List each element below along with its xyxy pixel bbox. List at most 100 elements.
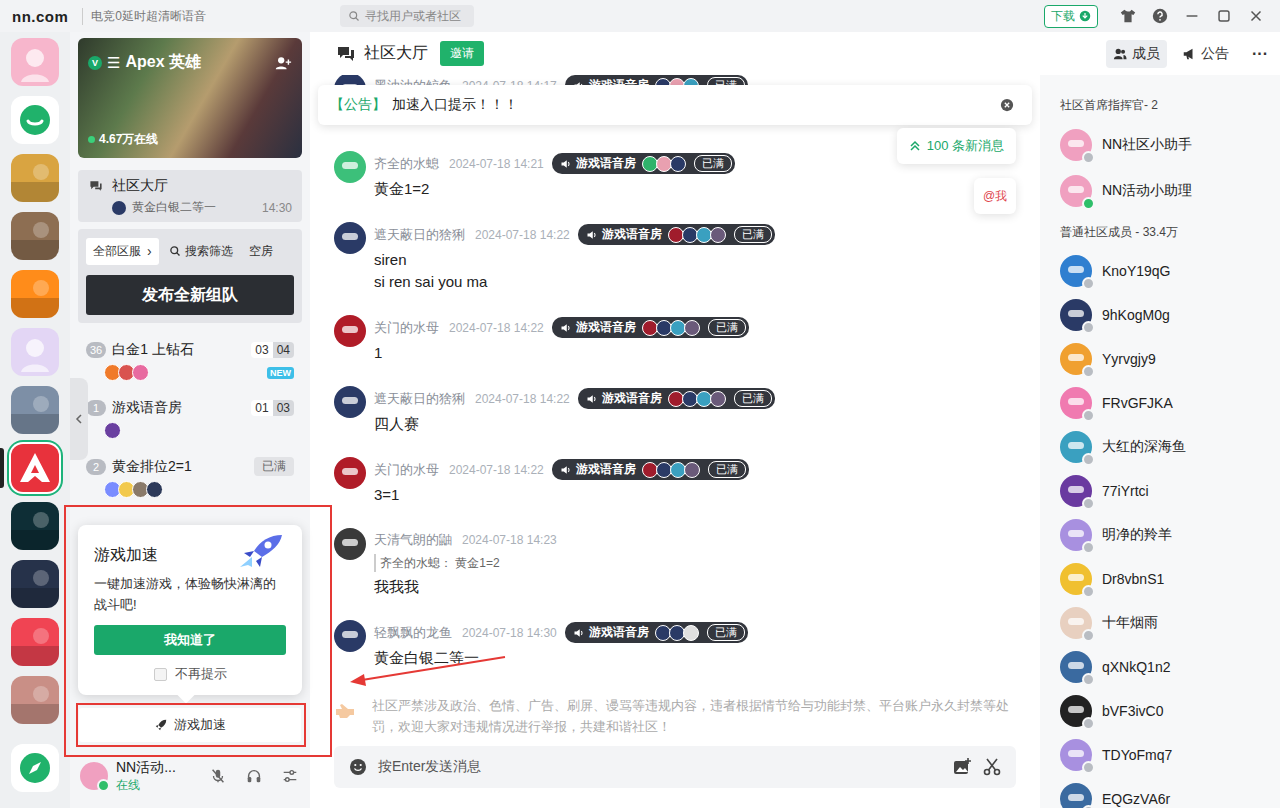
presence-dot [1082,717,1095,730]
skin-shirt-icon[interactable] [1119,7,1137,25]
room-item[interactable]: 36白金1 上钻石0304NEW [78,337,302,395]
search-filter[interactable]: 搜索筛选 [163,238,239,265]
help-icon[interactable] [1151,7,1169,25]
member-item[interactable]: Dr8vbnS1 [1060,557,1268,601]
room-item[interactable]: 2黄金排位2=1已满 [78,453,302,511]
close-icon[interactable] [1247,7,1265,25]
maximize-icon[interactable] [1215,7,1233,25]
user-avatar[interactable] [80,762,108,790]
brand: nn.com电竞0延时超清晰语音 [12,8,340,25]
lobby-channel[interactable]: 社区大厅黄金白银二等一14:30 [78,170,302,222]
author-avatar[interactable] [334,315,366,347]
empty-room-filter[interactable]: 空房 [243,238,279,265]
room-item[interactable]: 1游戏语音房0103 [78,395,302,453]
message-composer[interactable]: 按Enter发送消息 [334,746,1016,788]
member-item[interactable]: NN活动小助理 [1060,168,1268,214]
header-tab[interactable]: 成员 [1106,40,1167,68]
dont-show-again[interactable]: 不再提示 [94,665,286,683]
voice-room-tag[interactable]: 游戏语音房已满 [552,317,749,338]
headphone-icon[interactable] [245,767,263,785]
logo[interactable]: nn.com [12,8,68,25]
region-select[interactable]: 全部区服› [86,238,159,265]
microphone-icon[interactable] [209,767,227,785]
rail-item[interactable] [0,744,70,792]
member-item[interactable]: Yyrvgjy9 [1060,337,1268,381]
game-boost-button[interactable]: 游戏加速 [79,708,301,742]
mention-button[interactable]: @我 [974,178,1016,214]
member-item[interactable]: qXNkQ1n2 [1060,645,1268,689]
avatar-face [1068,354,1084,361]
member-item[interactable]: 明净的羚羊 [1060,513,1268,557]
voice-room-tag[interactable]: 游戏语音房已满 [565,622,748,643]
rail-item[interactable] [0,444,70,492]
avatar-face [1068,398,1084,405]
message-body: 天清气朗的鼬2024-07-18 14:23齐全的水螅： 黄金1=2我我我 [374,530,1016,598]
rail-item[interactable] [0,386,70,434]
member-item[interactable]: 十年烟雨 [1060,601,1268,645]
author-name[interactable]: 天清气朗的鼬 [374,531,452,549]
room-status: 已满 [694,155,732,172]
author-avatar[interactable] [334,222,366,254]
more-button[interactable]: ··· [1252,45,1268,63]
member-item[interactable]: 9hKogM0g [1060,293,1268,337]
rail-item[interactable] [0,560,70,608]
member-item[interactable]: EQGzVA6r [1060,777,1268,808]
author-name[interactable]: 轻飘飘的龙鱼 [374,624,452,642]
voice-room-tag[interactable]: 游戏语音房已满 [578,224,775,245]
highlight-box [65,506,331,756]
invite-button[interactable]: 邀请 [440,41,484,66]
member-item[interactable]: bVF3ivC0 [1060,689,1268,733]
author-avatar[interactable] [334,528,366,560]
rail-item[interactable] [0,96,70,144]
add-user-icon[interactable] [274,54,292,72]
header-tab[interactable]: 公告 [1175,40,1236,68]
author-name[interactable]: 齐全的水螅 [374,155,439,173]
author-avatar[interactable] [334,457,366,489]
author-name[interactable]: 遮天蔽日的猞猁 [374,390,465,408]
annotation-arrow [362,657,505,680]
composer-placeholder: 按Enter发送消息 [378,758,942,776]
rail-item[interactable] [0,154,70,202]
voice-room-tag[interactable]: 游戏语音房已满 [578,388,775,409]
member-item[interactable]: FRvGFJKA [1060,381,1268,425]
presence-dot [1082,673,1095,686]
global-search[interactable]: 寻找用户或者社区 [340,5,474,27]
rail-item[interactable] [0,502,70,550]
presence-dot [1082,541,1095,554]
scissors-icon[interactable] [982,757,1002,777]
rail-item[interactable] [0,328,70,376]
author-name[interactable]: 遮天蔽日的猞猁 [374,226,465,244]
voice-room-tag[interactable]: 游戏语音房已满 [552,459,749,480]
menu-glyph[interactable]: ☰ [107,54,120,72]
rail-item[interactable] [0,618,70,666]
close-circle-icon[interactable] [1000,98,1014,112]
collapse-tab[interactable] [70,378,88,460]
member-item[interactable]: KnoY19qG [1060,249,1268,293]
author-avatar[interactable] [334,620,366,652]
rail-item[interactable] [0,212,70,260]
emoji-icon[interactable] [348,757,368,777]
author-avatar[interactable] [334,151,366,183]
author-name[interactable]: 关门的水母 [374,319,439,337]
download-button[interactable]: 下载 [1044,5,1098,28]
rail-item[interactable] [0,270,70,318]
new-messages-button[interactable]: 100 条新消息 [897,128,1016,164]
room-status: 已满 [708,319,746,336]
rail-item[interactable] [0,676,70,724]
game-banner[interactable]: V☰Apex 英雄4.67万在线 [78,38,302,158]
settings-sliders-icon[interactable] [281,767,299,785]
voice-room-tag[interactable]: 游戏语音房已满 [552,153,735,174]
checkbox[interactable] [154,668,167,681]
author-avatar[interactable] [334,386,366,418]
rail-item[interactable] [0,38,70,86]
confirm-button[interactable]: 我知道了 [94,625,286,655]
image-add-icon[interactable] [952,757,972,777]
member-item[interactable]: TDYoFmq7 [1060,733,1268,777]
author-name[interactable]: 关门的水母 [374,461,439,479]
member-item[interactable]: 77iYrtci [1060,469,1268,513]
publish-team-button[interactable]: 发布全新组队 [86,275,294,315]
member-item[interactable]: NN社区小助手 [1060,122,1268,168]
announcement-banner[interactable]: 【公告】加速入口提示！！！ [318,85,1032,125]
minimize-icon[interactable] [1183,7,1201,25]
member-item[interactable]: 大红的深海鱼 [1060,425,1268,469]
